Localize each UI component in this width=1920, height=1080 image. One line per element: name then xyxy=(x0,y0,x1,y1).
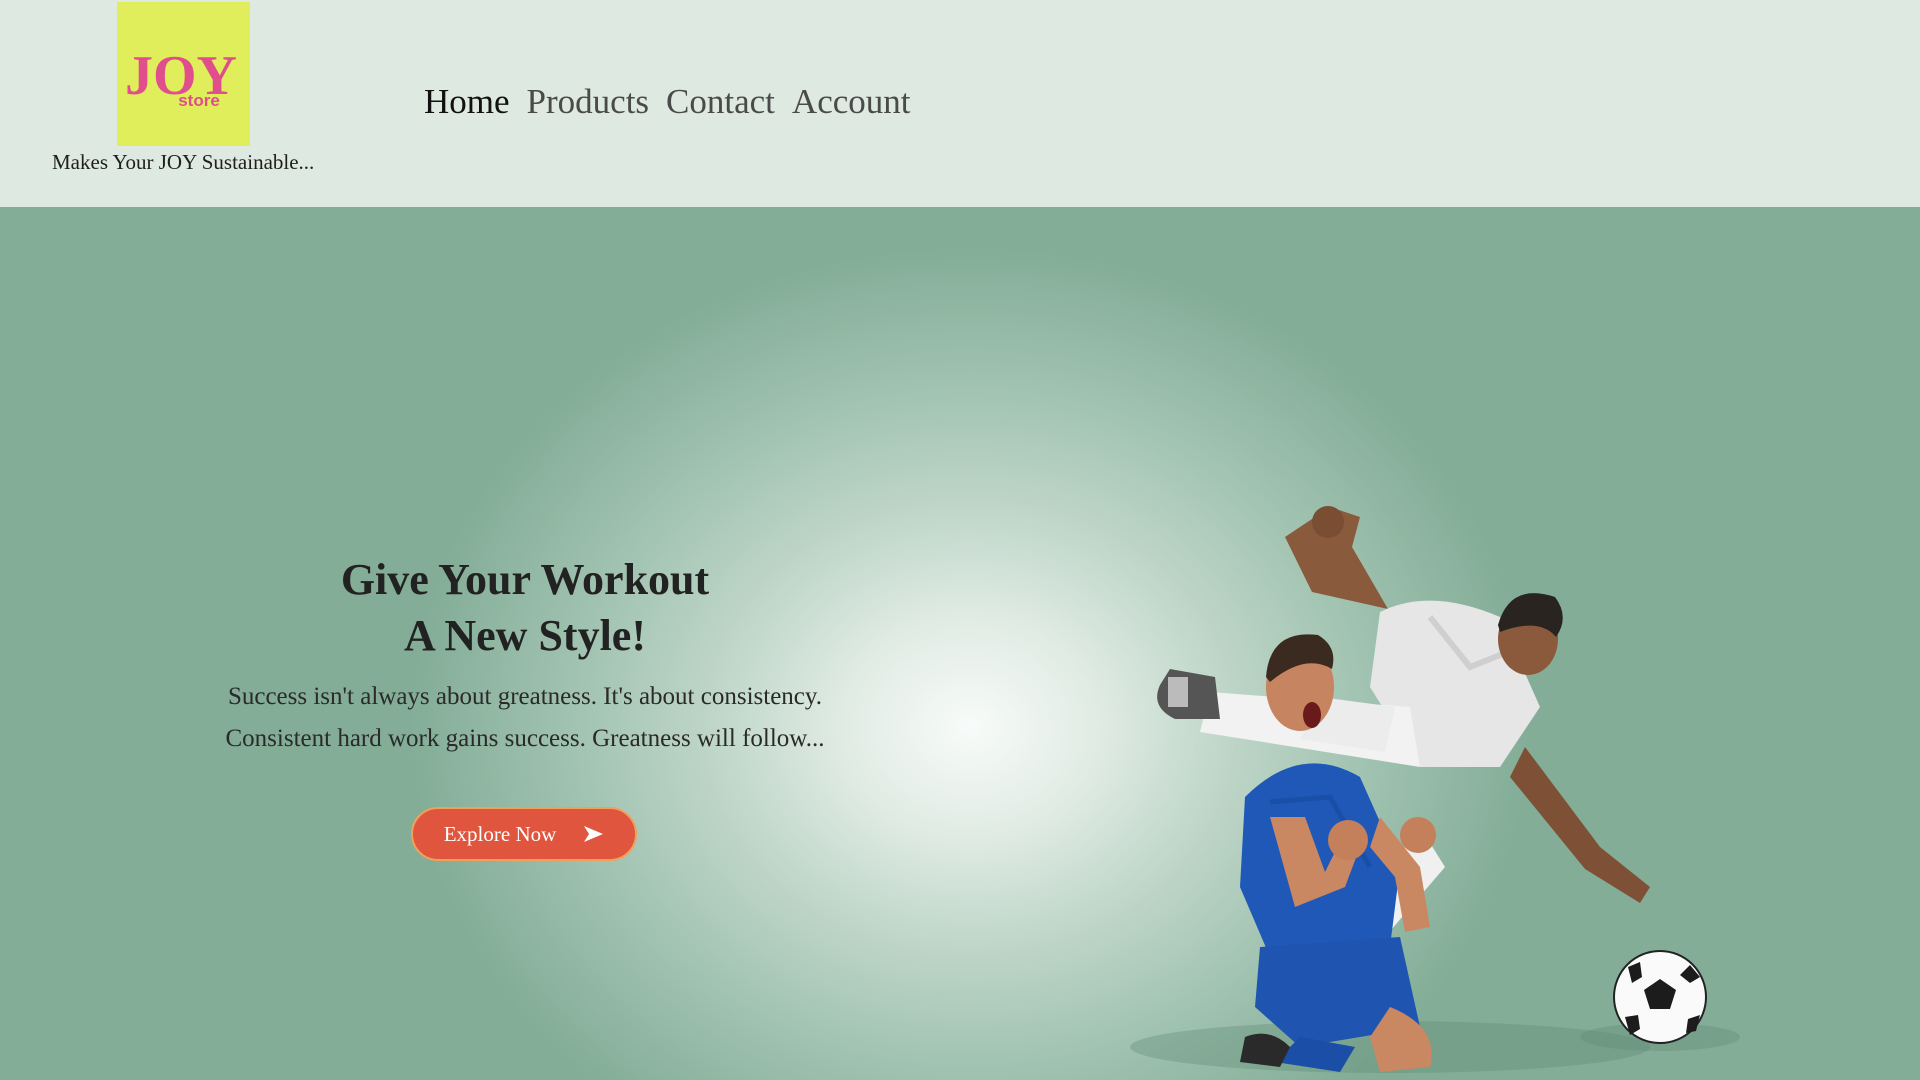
nav-home[interactable]: Home xyxy=(424,82,510,122)
main-nav: Home Products Contact Account xyxy=(424,80,911,124)
hero-section: Give Your Workout A New Style! Success i… xyxy=(0,207,1920,1080)
hero-subtitle-line2: Consistent hard work gains success. Grea… xyxy=(225,725,825,752)
hero-title: Give Your Workout A New Style! xyxy=(160,552,890,664)
hero-title-line2: A New Style! xyxy=(404,611,646,660)
svg-text:store: store xyxy=(178,91,220,110)
nav-contact[interactable]: Contact xyxy=(666,82,775,122)
arrow-right-icon xyxy=(582,825,604,843)
hero-subtitle-line1: Success isn't always about greatness. It… xyxy=(227,683,823,710)
nav-account[interactable]: Account xyxy=(792,82,911,122)
nav-products[interactable]: Products xyxy=(527,82,650,122)
explore-now-button[interactable]: Explore Now xyxy=(411,807,637,861)
site-header: JOY store Makes Your JOY Sustainable... … xyxy=(0,0,1920,207)
explore-now-label: Explore Now xyxy=(443,821,557,846)
football-players-image xyxy=(1000,347,1820,1080)
hero-copy: Give Your Workout A New Style! Success i… xyxy=(160,552,890,760)
brand-tagline: Makes Your JOY Sustainable... xyxy=(52,150,315,174)
joy-store-logo[interactable]: JOY store xyxy=(117,2,250,146)
hero-subtitle: Success isn't always about greatness. It… xyxy=(160,676,890,760)
hero-title-line1: Give Your Workout xyxy=(340,555,710,604)
logo-mark: JOY store xyxy=(125,45,237,110)
